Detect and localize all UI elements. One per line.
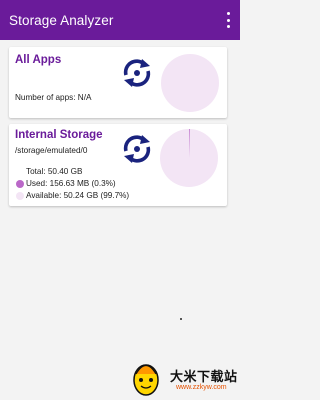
more-vert-icon[interactable]: [224, 12, 232, 28]
used-legend-dot: [16, 180, 24, 188]
apps-count-text: Number of apps: N/A: [15, 93, 92, 102]
app-bar: Storage Analyzer: [0, 0, 240, 40]
used-text: Used: 156.63 MB (0.3%): [26, 179, 116, 188]
all-apps-title: All Apps: [15, 54, 62, 66]
all-apps-card[interactable]: All Apps Number of apps: N/A: [9, 47, 227, 118]
refresh-icon[interactable]: [120, 132, 154, 166]
available-text: Available: 50.24 GB (99.7%): [26, 191, 130, 200]
internal-storage-card[interactable]: Internal Storage /storage/emulated/0 Tot…: [9, 124, 227, 206]
storage-path: /storage/emulated/0: [15, 146, 88, 155]
storage-pie-chart: [160, 129, 218, 187]
watermark-text: 大米下载站: [170, 369, 238, 384]
watermark-url: www.zzkyw.com: [176, 384, 227, 391]
app-title: Storage Analyzer: [9, 12, 114, 28]
refresh-icon[interactable]: [120, 56, 154, 90]
cursor-dot: [180, 318, 182, 320]
available-legend-dot: [16, 192, 24, 200]
internal-storage-title: Internal Storage: [15, 129, 103, 141]
watermark-logo-icon: [133, 364, 159, 396]
total-text: Total: 50.40 GB: [26, 167, 83, 176]
apps-pie-chart: [161, 54, 219, 112]
